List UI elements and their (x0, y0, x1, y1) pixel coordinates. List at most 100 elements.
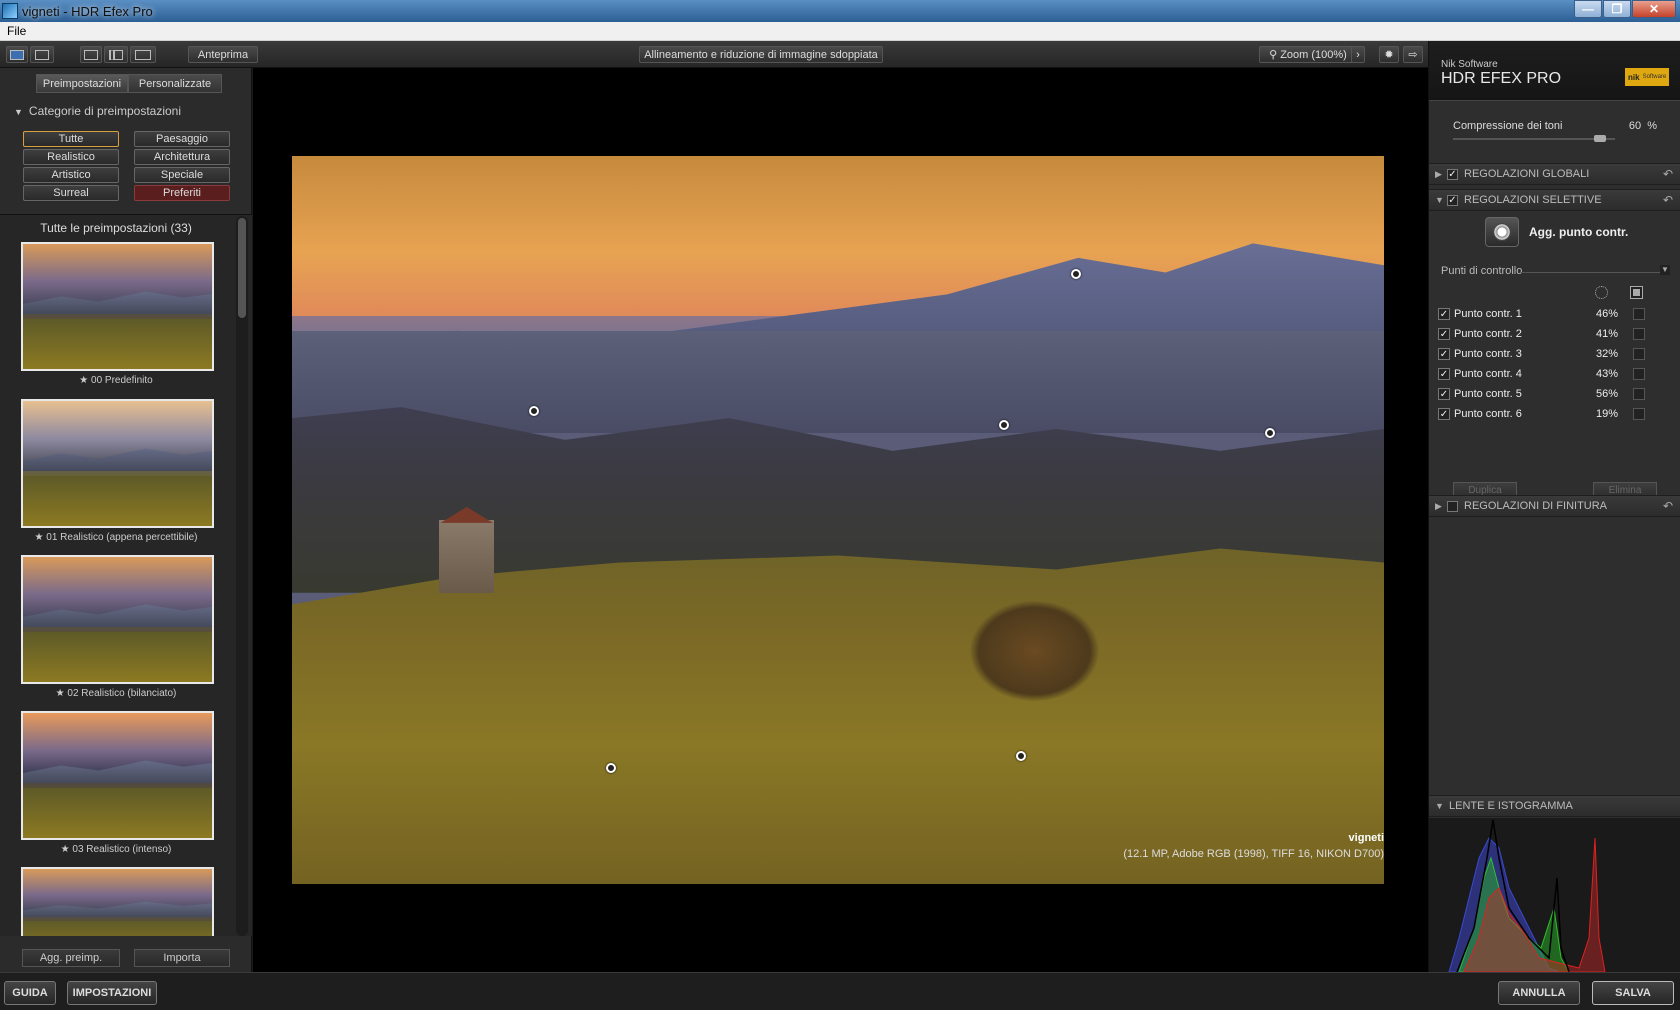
preset-label: ★ 00 Predefinito (79, 375, 153, 386)
preset-scrollbar-track[interactable] (236, 216, 248, 936)
guide-button[interactable]: GUIDA (4, 981, 56, 1005)
dropdown-arrow-icon[interactable]: ▼ (1660, 265, 1670, 275)
control-point-row[interactable]: ✓ Punto contr. 1 46% (1429, 304, 1680, 323)
control-point-select[interactable] (1633, 307, 1645, 320)
global-checkbox[interactable]: ✓ (1447, 168, 1458, 180)
cancel-button[interactable]: ANNULLA (1498, 981, 1580, 1005)
category-surreal[interactable]: Surreal (23, 185, 119, 201)
collapse-arrow-icon: ▼ (1435, 801, 1444, 811)
image-viewer: vigneti (12.1 MP, Adobe RGB (1998), TIFF… (253, 68, 1428, 972)
reset-icon[interactable]: ↶ (1663, 167, 1673, 181)
preset-thumbnail[interactable] (21, 242, 214, 371)
section-selective-adjustments[interactable]: ▼ ✓ REGOLAZIONI SELETTIVE ↶ (1429, 189, 1680, 211)
split-view-icon[interactable] (104, 46, 128, 63)
category-landscape[interactable]: Paesaggio (134, 131, 230, 147)
category-all[interactable]: Tutte (23, 131, 119, 147)
background-icon[interactable]: ✹ (1379, 46, 1399, 63)
zoom-button[interactable]: ⚲ Zoom (100%) (1259, 46, 1357, 63)
control-point-icon[interactable] (1485, 217, 1519, 247)
close-icon[interactable]: ✕ (1632, 0, 1676, 18)
preset-thumbnail[interactable] (21, 867, 214, 936)
histogram-graph (1448, 819, 1606, 973)
control-point-marker[interactable] (1016, 751, 1026, 761)
star-icon[interactable]: ★ (79, 375, 88, 386)
import-button[interactable]: Importa (134, 949, 230, 967)
section-finishing-adjustments[interactable]: ▶ REGOLAZIONI DI FINITURA ↶ (1429, 495, 1680, 517)
show-all-points-icon[interactable] (1595, 286, 1608, 299)
collapse-arrow-icon: ▼ (1435, 195, 1444, 205)
preset-thumbnail[interactable] (21, 399, 214, 528)
categories-header-label: Categorie di preimpostazioni (28, 104, 182, 118)
preset-scrollbar-thumb[interactable] (238, 218, 246, 318)
full-view-icon[interactable] (80, 46, 102, 63)
select-all-icon[interactable] (1630, 286, 1643, 299)
category-architecture[interactable]: Architettura (134, 149, 230, 165)
tone-compression-value[interactable]: 60 % (1629, 120, 1657, 132)
control-point-marker[interactable] (606, 763, 616, 773)
control-point-select[interactable] (1633, 407, 1645, 420)
tone-compression-slider[interactable] (1453, 138, 1615, 140)
preview-button[interactable]: Anteprima (188, 46, 258, 63)
adjustments-panel: Nik Software HDR EFEX PRO nik Software Co… (1428, 41, 1680, 973)
control-point-select[interactable] (1633, 327, 1645, 340)
control-point-checkbox[interactable]: ✓ (1438, 407, 1450, 420)
tab-custom[interactable]: Personalizzate (128, 74, 222, 93)
image-name: vigneti (1348, 832, 1384, 844)
save-button[interactable]: SALVA (1592, 981, 1674, 1005)
category-favorites[interactable]: Preferiti (134, 185, 230, 201)
control-point-row[interactable]: ✓ Punto contr. 6 19% (1429, 404, 1680, 423)
control-point-row[interactable]: ✓ Punto contr. 3 32% (1429, 344, 1680, 363)
settings-button[interactable]: IMPOSTAZIONI (67, 981, 157, 1005)
align-ghost-button[interactable]: Allineamento e riduzione di immagine sdo… (639, 46, 883, 63)
reset-icon[interactable]: ↶ (1663, 193, 1673, 207)
single-view-icon[interactable] (6, 46, 28, 63)
control-point-select[interactable] (1633, 347, 1645, 360)
control-point-marker[interactable] (529, 406, 539, 416)
control-point-checkbox[interactable]: ✓ (1438, 367, 1450, 380)
brand-header: Nik Software HDR EFEX PRO nik Software (1429, 41, 1680, 101)
control-point-checkbox[interactable]: ✓ (1438, 387, 1450, 400)
preset-panel: Preimpostazioni Personalizzate ▼ Categori… (0, 68, 252, 972)
star-icon[interactable]: ★ (61, 844, 70, 855)
star-icon[interactable]: ★ (56, 688, 65, 699)
menu-file[interactable]: File (0, 24, 33, 38)
control-point-checkbox[interactable]: ✓ (1438, 327, 1450, 340)
add-control-point-label: Agg. punto contr. (1529, 225, 1629, 239)
image-info: (12.1 MP, Adobe RGB (1998), TIFF 16, NIK… (1123, 848, 1384, 860)
categories-header[interactable]: ▼ Categorie di preimpostazioni (14, 104, 181, 118)
menu-bar: File (0, 22, 1680, 41)
control-point-row[interactable]: ✓ Punto contr. 2 41% (1429, 324, 1680, 343)
export-icon[interactable]: ⇨ (1403, 46, 1423, 63)
preset-thumbnail[interactable] (21, 555, 214, 684)
control-point-checkbox[interactable]: ✓ (1438, 307, 1450, 320)
category-artistic[interactable]: Artistico (23, 167, 119, 183)
zoom-label: Zoom (100%) (1280, 48, 1347, 61)
browser-view-icon[interactable] (30, 46, 54, 63)
control-point-checkbox[interactable]: ✓ (1438, 347, 1450, 360)
reset-icon[interactable]: ↶ (1663, 499, 1673, 513)
section-loupe-histogram[interactable]: ▼ LENTE E ISTOGRAMMA (1429, 795, 1680, 817)
category-special[interactable]: Speciale (134, 167, 230, 183)
control-point-select[interactable] (1633, 387, 1645, 400)
section-global-adjustments[interactable]: ▶ ✓ REGOLAZIONI GLOBALI ↶ (1429, 163, 1680, 185)
star-icon[interactable]: ★ (35, 532, 44, 543)
preset-thumbnail[interactable] (21, 711, 214, 840)
control-point-marker[interactable] (999, 420, 1009, 430)
zoom-arrow-icon[interactable]: › (1351, 46, 1365, 63)
finishing-checkbox[interactable] (1447, 500, 1458, 512)
add-preset-button[interactable]: Agg. preimp. (22, 949, 120, 967)
control-point-marker[interactable] (1071, 269, 1081, 279)
control-point-row[interactable]: ✓ Punto contr. 4 43% (1429, 364, 1680, 383)
tone-compression-handle[interactable] (1593, 135, 1606, 142)
category-realistic[interactable]: Realistico (23, 149, 119, 165)
add-control-point[interactable]: Agg. punto contr. (1485, 217, 1628, 247)
tab-presets[interactable]: Preimpostazioni (36, 74, 128, 93)
control-point-marker[interactable] (1265, 428, 1275, 438)
restore-icon[interactable]: ❐ (1603, 0, 1631, 18)
control-point-select[interactable] (1633, 367, 1645, 380)
selective-checkbox[interactable]: ✓ (1447, 194, 1458, 206)
side-by-side-view-icon[interactable] (130, 46, 156, 63)
control-point-row[interactable]: ✓ Punto contr. 5 56% (1429, 384, 1680, 403)
minimize-icon[interactable]: — (1574, 0, 1602, 18)
main-photo[interactable] (292, 156, 1384, 884)
